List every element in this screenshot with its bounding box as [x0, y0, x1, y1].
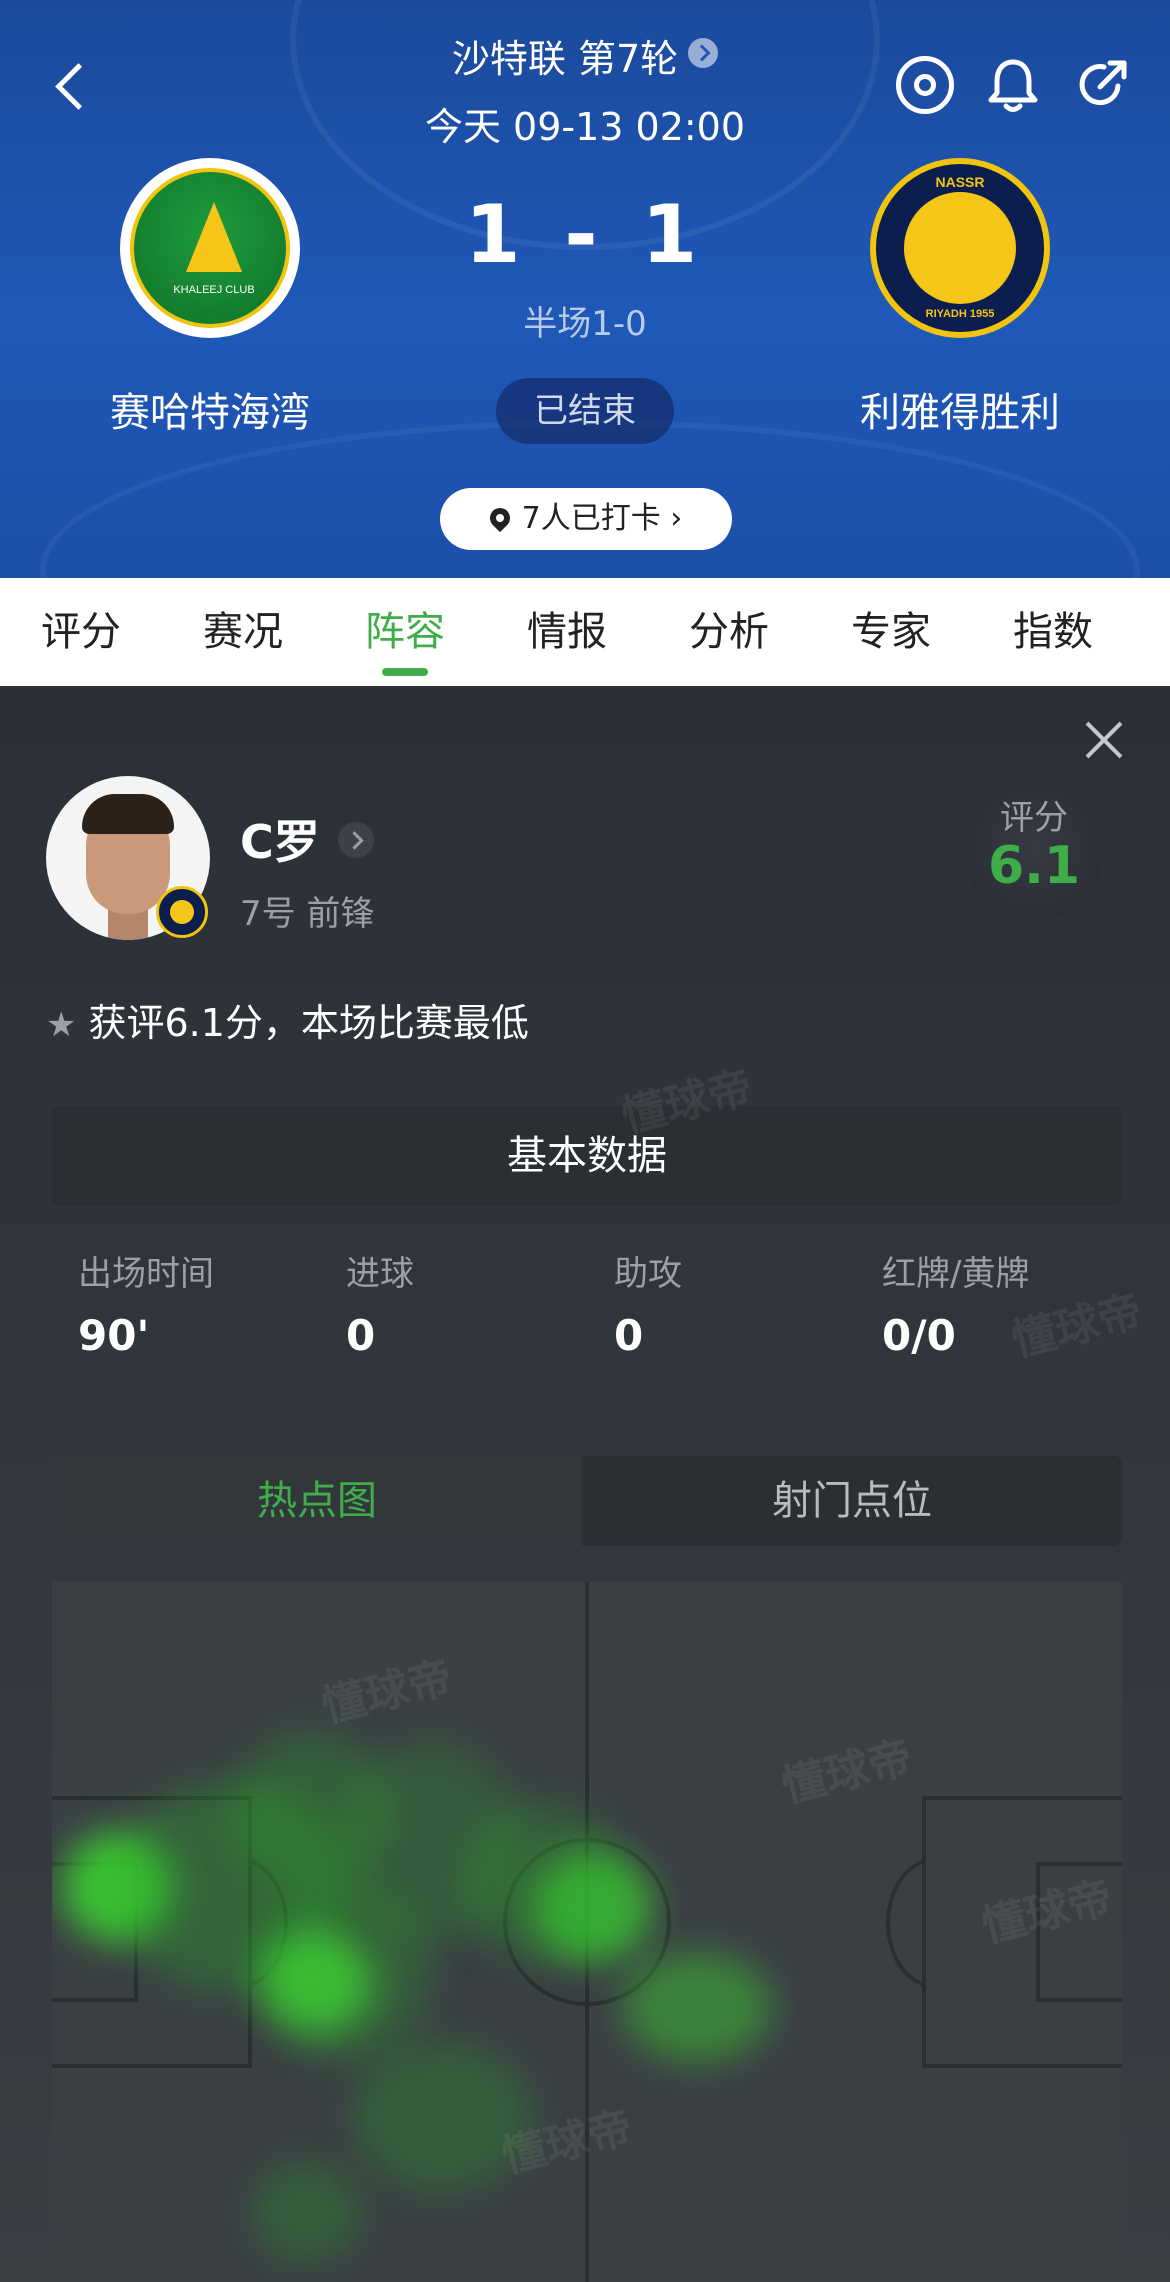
rating-label: 评分	[1000, 798, 1068, 838]
tab-analysis[interactable]: 分析	[654, 578, 804, 686]
rating-note: ★ 获评6.1分，本场比赛最低	[46, 992, 529, 1047]
location-pin-icon	[485, 503, 514, 533]
home-team-name[interactable]: 赛哈特海湾	[0, 380, 420, 438]
player-name[interactable]: C罗	[240, 806, 320, 872]
checkin-label: 7人已打卡	[521, 501, 661, 536]
league-round-label: 沙特联 第7轮	[451, 37, 679, 81]
heatmap-pitch	[52, 1582, 1122, 2282]
stat-value: 90'	[78, 1311, 150, 1360]
target-icon[interactable]	[896, 56, 954, 114]
stat-value: 0	[614, 1311, 644, 1360]
match-status-badge: 已结束	[496, 378, 674, 444]
heatmap-spot	[622, 1952, 772, 2062]
half-time-score: 半场1-0	[523, 304, 647, 344]
stat-label: 出场时间	[78, 1254, 214, 1294]
map-tabs: 热点图 射门点位	[52, 1456, 1122, 1546]
match-header: 沙特联 第7轮 今天 09-13 02:00 KHALEEJ CLUB NASS…	[0, 0, 1170, 578]
bell-icon[interactable]	[984, 56, 1042, 114]
home-team-logo-text: KHALEEJ CLUB	[173, 284, 255, 296]
star-icon: ★	[46, 1005, 77, 1045]
chevron-right-icon	[688, 38, 719, 68]
checkin-button[interactable]: 7人已打卡 ›	[440, 488, 732, 550]
chevron-right-icon: ›	[660, 501, 683, 536]
stat-minutes: 出场时间 90'	[78, 1246, 338, 1360]
player-club-badge	[156, 886, 208, 938]
stat-label: 进球	[346, 1254, 414, 1294]
heatmap-spot	[252, 2162, 362, 2262]
close-icon[interactable]	[1080, 716, 1128, 764]
share-icon[interactable]	[1074, 56, 1132, 114]
match-tabs: 评分 赛况 阵容 情报 分析 专家 指数	[0, 578, 1170, 686]
tab-intel[interactable]: 情报	[492, 578, 642, 686]
heatmap-spot	[462, 1802, 622, 1962]
tab-rating[interactable]: 评分	[6, 578, 156, 686]
tab-shot-map[interactable]: 射门点位	[587, 1456, 1117, 1546]
tab-lineup[interactable]: 阵容	[330, 578, 480, 686]
basic-stats-title: 基本数据	[52, 1106, 1122, 1206]
player-position: 7号 前锋	[240, 894, 375, 934]
away-team-name[interactable]: 利雅得胜利	[750, 380, 1170, 438]
stat-value: 0	[346, 1311, 376, 1360]
chevron-right-icon[interactable]	[338, 822, 374, 858]
tab-heatmap[interactable]: 热点图	[52, 1456, 582, 1546]
match-score: 1 - 1	[464, 188, 706, 281]
avatar-hair	[82, 794, 174, 834]
tab-experts[interactable]: 专家	[816, 578, 966, 686]
heatmap-spot	[262, 1932, 372, 2032]
stat-goals: 进球 0	[346, 1246, 606, 1360]
stat-assists: 助攻 0	[614, 1246, 874, 1360]
tab-live[interactable]: 赛况	[168, 578, 318, 686]
rating-note-text: 获评6.1分，本场比赛最低	[88, 1001, 529, 1045]
rating-value: 6.1	[987, 836, 1081, 896]
rating-box: 评分 6.1	[966, 772, 1102, 922]
stat-label: 助攻	[614, 1254, 682, 1294]
tab-odds[interactable]: 指数	[978, 578, 1128, 686]
player-detail-panel: C罗 7号 前锋 评分 6.1 ★ 获评6.1分，本场比赛最低 基本数据 出场时间…	[0, 686, 1170, 2282]
